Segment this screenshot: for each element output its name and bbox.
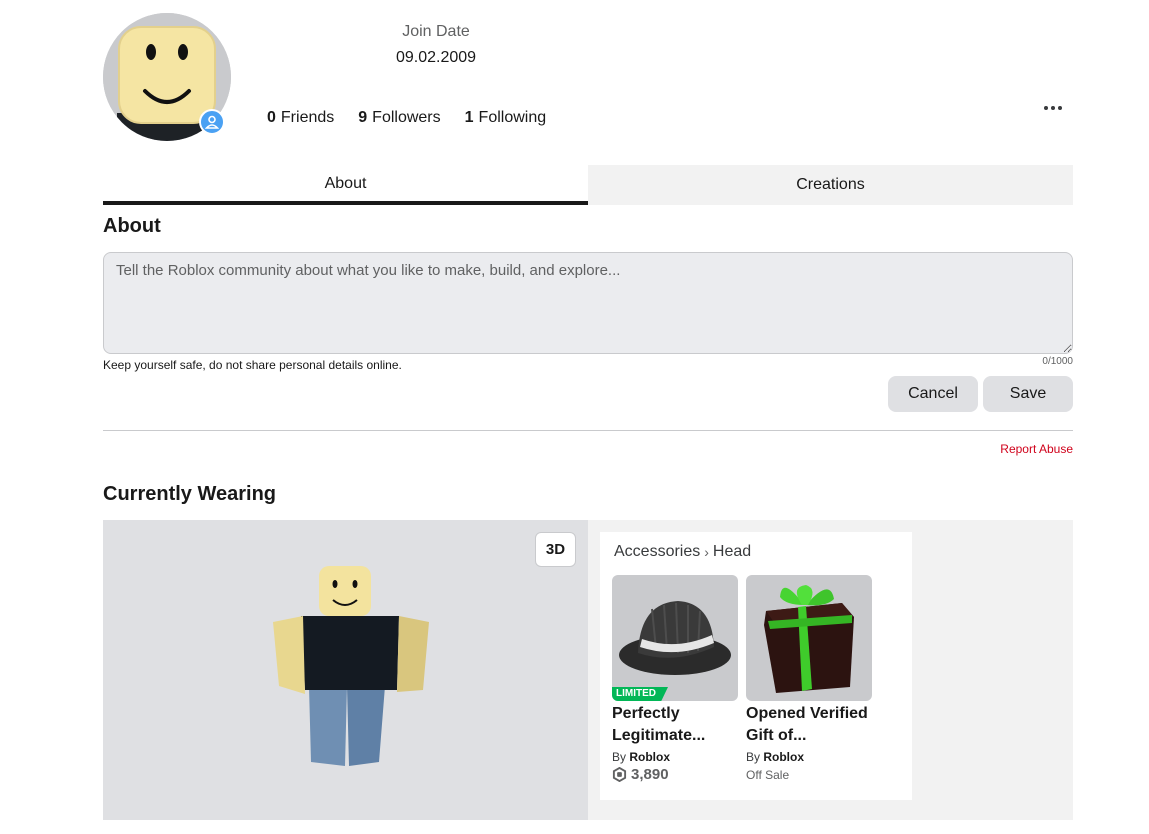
tab-creations[interactable]: Creations [588,165,1073,205]
fedora-hat-icon [619,601,731,675]
join-date-value: 09.02.2009 [395,49,477,66]
character-counter: 0/1000 [1042,356,1073,367]
report-abuse-link[interactable]: Report Abuse [1000,442,1073,456]
item-price: 3,890 [612,766,738,783]
followers-label: Followers [372,109,441,126]
item-thumbnail-gift[interactable] [746,575,872,701]
price-value: 3,890 [631,766,669,783]
friends-link[interactable]: 0 Friends [267,108,334,128]
item-name-line-1: Opened Verified [746,705,868,722]
avatar-figure [273,566,429,766]
tab-about[interactable]: About [103,165,588,205]
breadcrumb-head[interactable]: Head [713,543,751,561]
about-title: About [103,215,161,237]
gift-box-icon [764,585,854,693]
accessories-card: Accessories › Head LIMITED Perfectly Leg… [600,532,912,800]
safety-hint: Keep yourself safe, do not share persona… [103,358,402,372]
off-sale-status: Off Sale [746,768,790,782]
following-label: Following [478,109,547,126]
by-label: By [612,750,627,764]
item-creator: By Roblox [612,750,738,764]
item-name[interactable]: Perfectly Legitimate... [612,703,738,747]
followers-count: 9 [358,109,368,126]
friends-count: 0 [267,109,276,126]
about-input[interactable] [103,252,1073,354]
robux-icon [612,767,627,782]
item-name-line-1: Perfectly [612,705,680,722]
item-creator: By Roblox [746,750,872,764]
following-link[interactable]: 1 Following [465,108,547,128]
toggle-3d-button[interactable]: 3D [535,532,576,567]
followers-link[interactable]: 9 Followers [358,108,440,128]
currently-wearing-title: Currently Wearing [103,483,276,505]
limited-badge: LIMITED [612,687,668,701]
creator-name[interactable]: Roblox [629,750,670,764]
by-label: By [746,750,761,764]
user-icon [199,109,225,135]
item-card[interactable]: LIMITED Perfectly Legitimate... By Roblo… [612,575,738,783]
item-name-line-2: Gift of... [746,727,807,744]
more-options-icon[interactable] [1040,98,1066,118]
save-button[interactable]: Save [983,376,1073,412]
chevron-right-icon: › [704,544,709,560]
join-date-label: Join Date [402,23,470,40]
cancel-button[interactable]: Cancel [888,376,978,412]
profile-tabs: About Creations [103,165,1073,205]
following-count: 1 [464,109,474,126]
item-card[interactable]: Opened Verified Gift of... By Roblox Off… [746,575,872,782]
item-name-line-2: Legitimate... [612,727,706,744]
divider [103,430,1073,431]
currently-wearing-panel: 3D Accessories › Head LIMITED Perfectly … [103,520,1073,820]
avatar[interactable] [103,13,231,141]
breadcrumb-accessories[interactable]: Accessories [614,543,700,561]
item-name[interactable]: Opened Verified Gift of... [746,703,872,747]
item-thumbnail-fedora[interactable]: LIMITED [612,575,738,701]
breadcrumb: Accessories › Head [614,543,751,561]
friends-label: Friends [280,109,335,126]
join-date-block: Join Date 09.02.2009 [376,22,496,68]
profile-stats: 0 Friends 9 Followers 1 Following [267,108,546,128]
creator-name[interactable]: Roblox [763,750,804,764]
avatar-viewer[interactable]: 3D [103,520,588,820]
